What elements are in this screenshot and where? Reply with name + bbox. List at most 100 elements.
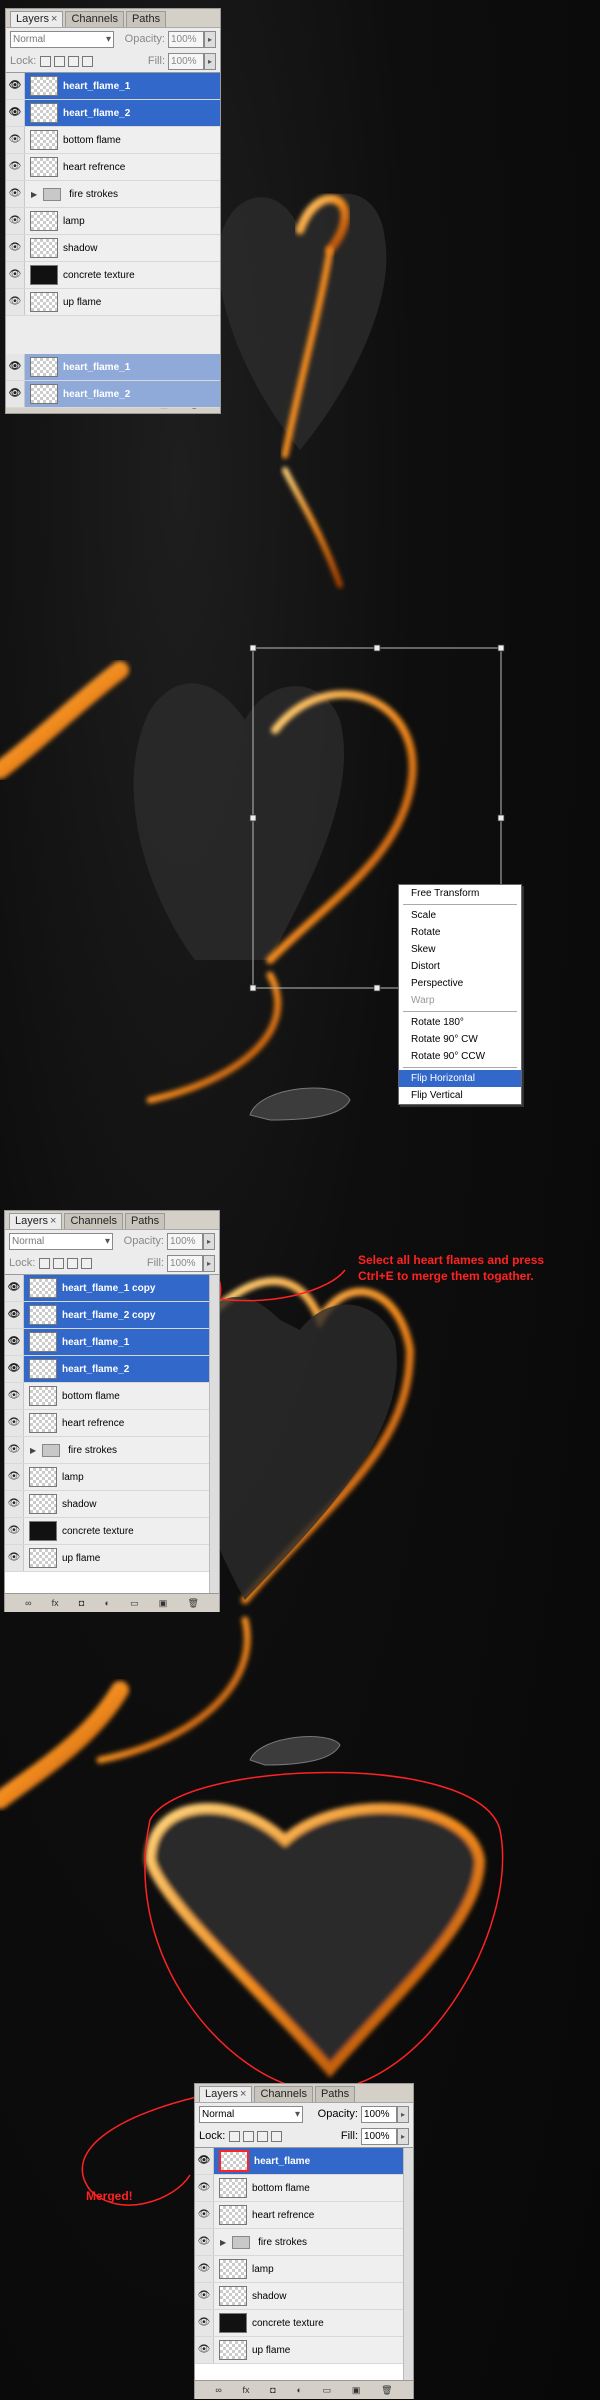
layer-row[interactable]: 👁 heart_flame_2 copy — [5, 1302, 219, 1329]
close-icon[interactable]: × — [51, 13, 57, 25]
opacity-arrow-icon[interactable]: ▸ — [397, 2105, 409, 2123]
eye-icon[interactable]: 👁 — [6, 208, 25, 234]
layer-row[interactable]: 👁 heart refrence — [5, 1410, 219, 1437]
trash-icon[interactable]: 🗑 — [381, 2385, 392, 2396]
eye-icon[interactable]: 👁 — [5, 1437, 24, 1463]
layer-row[interactable]: 👁 heart refrence — [6, 154, 220, 181]
adjustment-icon[interactable]: ◐ — [296, 2385, 301, 2395]
link-icon[interactable]: ∞ — [215, 2385, 221, 2395]
eye-icon[interactable]: 👁 — [195, 2256, 214, 2282]
lock-transparency-icon[interactable] — [40, 55, 52, 67]
link-icon[interactable]: ∞ — [25, 1598, 31, 1608]
tab-paths[interactable]: Paths — [125, 11, 167, 27]
expand-triangle-icon[interactable]: ▶ — [220, 2238, 226, 2247]
eye-icon[interactable]: 👁 — [6, 181, 25, 207]
eye-icon[interactable]: 👁 — [5, 1275, 24, 1301]
blend-mode-select[interactable]: Normal — [10, 30, 114, 48]
lock-all-icon[interactable] — [81, 1257, 93, 1269]
dragging-layer-row[interactable]: 👁 heart_flame_2 — [6, 381, 220, 408]
lock-transparency-icon[interactable] — [229, 2130, 241, 2142]
blend-mode-select[interactable]: Normal — [199, 2105, 303, 2123]
lock-move-icon[interactable] — [68, 55, 80, 67]
tab-channels[interactable]: Channels — [254, 2086, 313, 2102]
menu-item-distort[interactable]: Distort — [399, 958, 521, 975]
lock-move-icon[interactable] — [257, 2130, 269, 2142]
eye-icon[interactable]: 👁 — [5, 1356, 24, 1382]
eye-icon[interactable]: 👁 — [5, 1545, 24, 1571]
layer-group-row[interactable]: 👁 ▶ fire strokes — [195, 2229, 413, 2256]
eye-icon[interactable]: 👁 — [195, 2175, 214, 2201]
lock-all-icon[interactable] — [271, 2130, 283, 2142]
eye-icon[interactable]: 👁 — [5, 1464, 24, 1490]
eye-icon[interactable]: 👁 — [6, 354, 25, 380]
layer-row[interactable]: 👁 heart refrence — [195, 2202, 413, 2229]
fill-input[interactable]: 100% — [361, 2127, 397, 2145]
eye-icon[interactable]: 👁 — [195, 2148, 214, 2174]
expand-triangle-icon[interactable]: ▶ — [31, 190, 37, 199]
tab-paths[interactable]: Paths — [124, 1213, 166, 1229]
opacity-input[interactable]: 100% — [168, 30, 204, 48]
layer-row[interactable]: 👁 heart_flame — [195, 2148, 413, 2175]
eye-icon[interactable]: 👁 — [5, 1410, 24, 1436]
layer-row[interactable]: 👁 shadow — [6, 235, 220, 262]
lock-brush-icon[interactable] — [53, 1257, 65, 1269]
lock-move-icon[interactable] — [67, 1257, 79, 1269]
folder-icon[interactable]: ▭ — [130, 1598, 139, 1609]
eye-icon[interactable]: 👁 — [5, 1491, 24, 1517]
eye-icon[interactable]: 👁 — [6, 154, 25, 180]
opacity-input[interactable]: 100% — [361, 2105, 397, 2123]
layer-row[interactable]: 👁 heart_flame_2 — [6, 100, 220, 127]
eye-icon[interactable]: 👁 — [195, 2283, 214, 2309]
blend-mode-select[interactable]: Normal — [9, 1232, 113, 1250]
eye-icon[interactable]: 👁 — [195, 2202, 214, 2228]
layer-row[interactable]: 👁 shadow — [5, 1491, 219, 1518]
expand-triangle-icon[interactable]: ▶ — [30, 1446, 36, 1455]
menu-item-rotate-90-cw[interactable]: Rotate 90° CW — [399, 1031, 521, 1048]
layer-row[interactable]: 👁 up flame — [5, 1545, 219, 1572]
fill-arrow-icon[interactable]: ▸ — [397, 2127, 409, 2145]
tab-layers[interactable]: Layers × — [9, 1213, 63, 1229]
menu-item-flip-vertical[interactable]: Flip Vertical — [399, 1087, 521, 1104]
menu-item-perspective[interactable]: Perspective — [399, 975, 521, 992]
eye-icon[interactable]: 👁 — [5, 1329, 24, 1355]
menu-item-rotate[interactable]: Rotate — [399, 924, 521, 941]
lock-transparency-icon[interactable] — [39, 1257, 51, 1269]
menu-item-flip-horizontal[interactable]: Flip Horizontal — [399, 1070, 521, 1087]
eye-icon[interactable]: 👁 — [195, 2229, 214, 2255]
tab-channels[interactable]: Channels — [64, 1213, 123, 1229]
eye-icon[interactable]: 👁 — [5, 1518, 24, 1544]
eye-icon[interactable]: 👁 — [5, 1302, 24, 1328]
eye-icon[interactable]: 👁 — [6, 100, 25, 126]
opacity-arrow-icon[interactable]: ▸ — [204, 30, 216, 48]
layer-row[interactable]: 👁 bottom flame — [195, 2175, 413, 2202]
layer-row[interactable]: 👁 concrete texture — [5, 1518, 219, 1545]
mask-icon[interactable]: ◘ — [79, 1598, 84, 1608]
close-icon[interactable]: × — [50, 1215, 56, 1227]
folder-icon[interactable]: ▭ — [323, 2385, 332, 2396]
layer-group-row[interactable]: 👁 ▶ fire strokes — [5, 1437, 219, 1464]
scrollbar[interactable] — [403, 2148, 413, 2380]
eye-icon[interactable]: 👁 — [195, 2310, 214, 2336]
eye-icon[interactable]: 👁 — [6, 127, 25, 153]
new-layer-icon[interactable]: ▣ — [159, 1598, 168, 1609]
fill-input[interactable]: 100% — [168, 52, 204, 70]
layer-row[interactable]: 👁 concrete texture — [195, 2310, 413, 2337]
tab-paths[interactable]: Paths — [314, 2086, 356, 2102]
eye-icon[interactable]: 👁 — [6, 73, 25, 99]
lock-brush-icon[interactable] — [243, 2130, 255, 2142]
fill-arrow-icon[interactable]: ▸ — [203, 1254, 215, 1272]
menu-item-scale[interactable]: Scale — [399, 907, 521, 924]
eye-icon[interactable]: 👁 — [5, 1383, 24, 1409]
lock-all-icon[interactable] — [82, 55, 94, 67]
menu-item-rotate-180[interactable]: Rotate 180° — [399, 1014, 521, 1031]
layer-row[interactable]: 👁 lamp — [6, 208, 220, 235]
layer-row[interactable]: 👁 concrete texture — [6, 262, 220, 289]
tab-layers[interactable]: Layers × — [199, 2086, 253, 2102]
eye-icon[interactable]: 👁 — [6, 262, 25, 288]
opacity-arrow-icon[interactable]: ▸ — [203, 1232, 215, 1250]
layer-row[interactable]: 👁 heart_flame_1 copy — [5, 1275, 219, 1302]
layer-group-row[interactable]: 👁 ▶ fire strokes — [6, 181, 220, 208]
layer-row[interactable]: 👁 up flame — [6, 289, 220, 316]
layer-row[interactable]: 👁 lamp — [5, 1464, 219, 1491]
layer-row[interactable]: 👁 heart_flame_2 — [5, 1356, 219, 1383]
